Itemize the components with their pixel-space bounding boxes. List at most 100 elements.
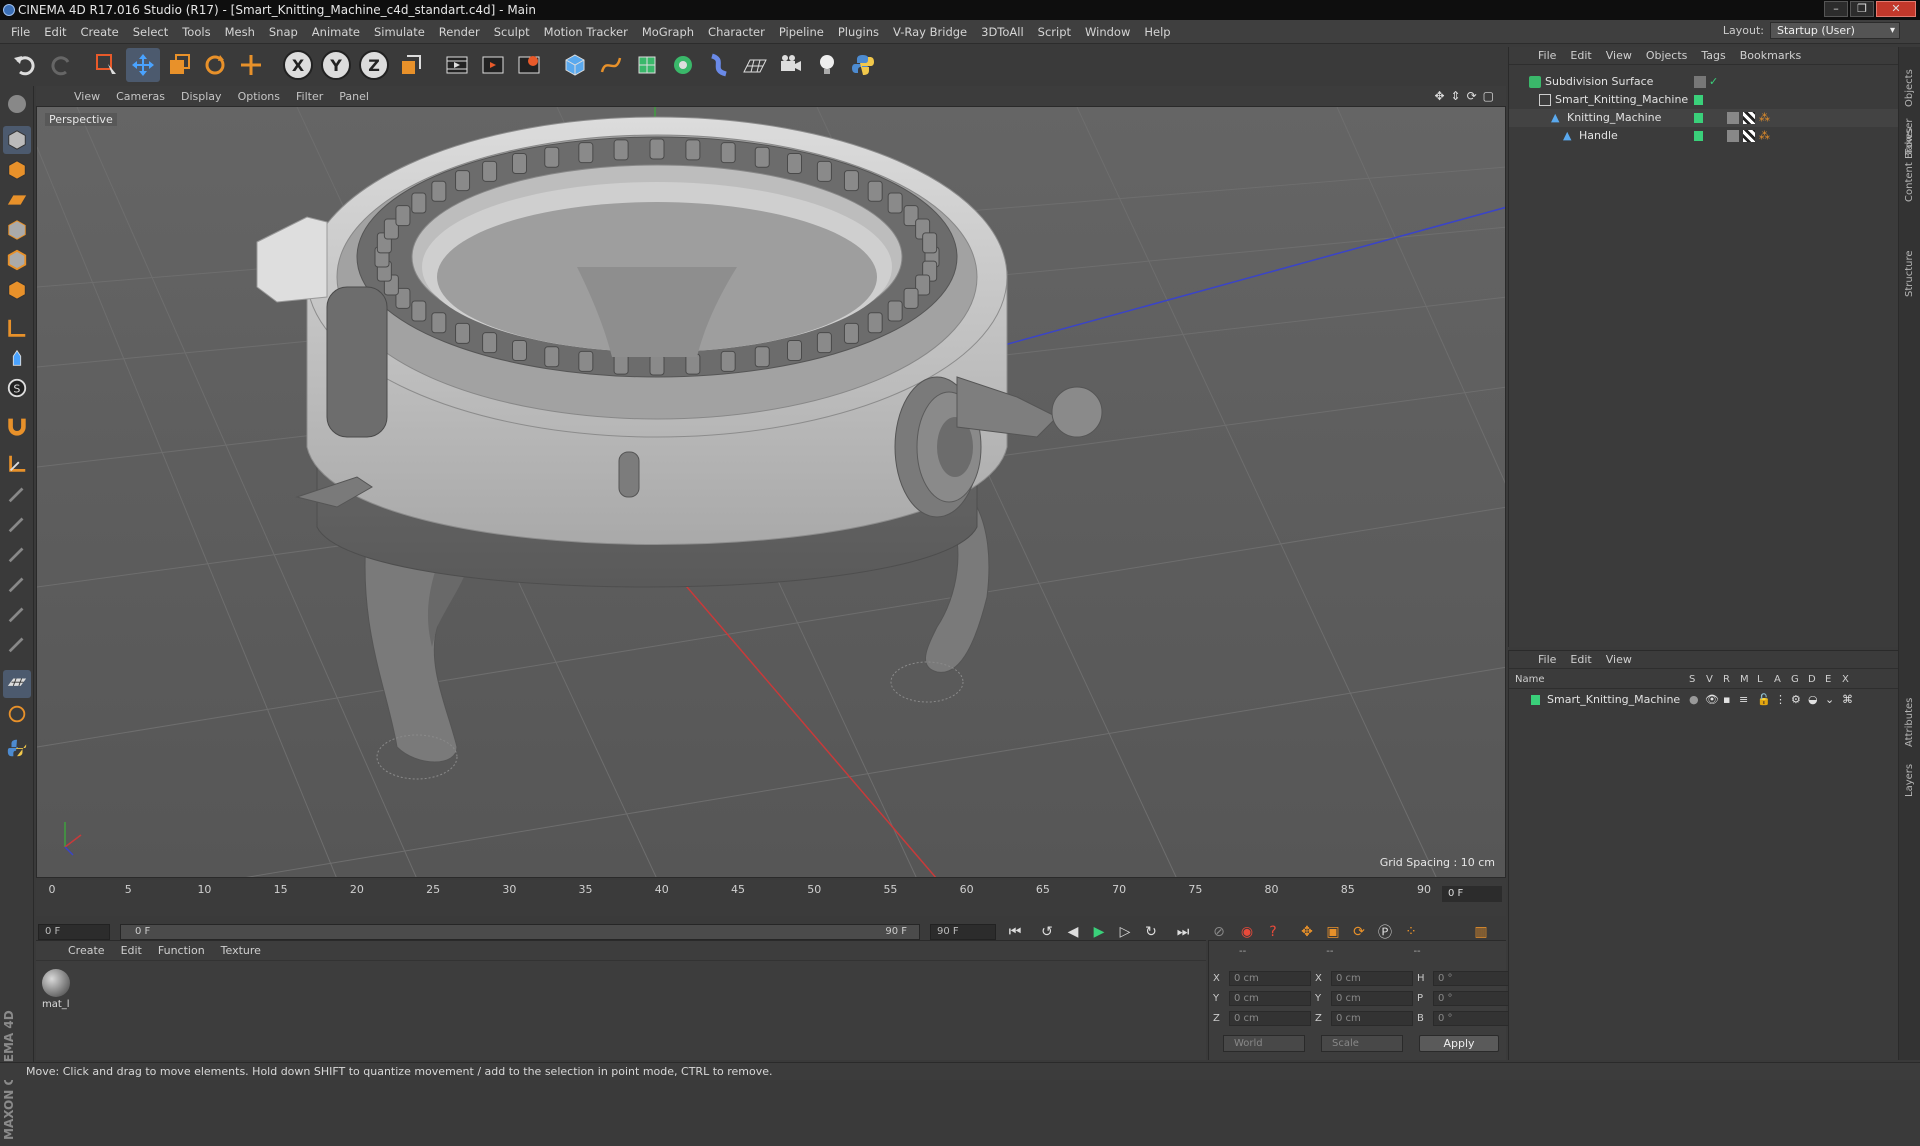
viewport-rotate-icon[interactable]: ⟳ [1467, 89, 1477, 103]
position-y-field[interactable]: 0 cm [1229, 991, 1311, 1006]
menu-snap[interactable]: Snap [262, 20, 305, 44]
pull-brush-icon[interactable] [3, 570, 31, 598]
enabled-check-icon[interactable]: ✓ [1709, 73, 1718, 91]
solo-toggle-icon[interactable]: ● [1689, 691, 1699, 709]
layer-color-swatch[interactable] [1694, 131, 1703, 141]
menu-character[interactable]: Character [701, 20, 772, 44]
menu-script[interactable]: Script [1031, 20, 1078, 44]
workplane-axis-icon[interactable] [3, 450, 31, 478]
checker-lock-icon[interactable] [3, 670, 31, 698]
spline-pen-icon[interactable] [594, 48, 628, 82]
size-z-field[interactable]: 0 cm [1331, 1011, 1413, 1026]
viewport-zoom-icon[interactable]: ⇕ [1451, 89, 1461, 103]
recent-tool-icon[interactable] [234, 48, 268, 82]
objects-menu-file[interactable]: File [1531, 49, 1563, 62]
uvw-tag-icon[interactable] [1743, 112, 1755, 124]
menu-mograph[interactable]: MoGraph [635, 20, 701, 44]
coordinate-mode-dropdown[interactable]: World [1223, 1035, 1305, 1052]
tab-layers[interactable]: Layers [1901, 737, 1919, 797]
make-editable-icon[interactable] [3, 90, 31, 118]
layer-row[interactable]: Smart_Knitting_Machine ● 👁 ▪ ≡ 🔓 ⋮ ⚙ ◒ ⌄… [1509, 691, 1899, 709]
layout-dropdown[interactable]: Startup (User) [1770, 22, 1900, 39]
cloner-icon[interactable] [666, 48, 700, 82]
maximize-button[interactable]: ❐ [1850, 1, 1874, 17]
end-frame-field[interactable]: 90 F [930, 924, 996, 940]
material-menu-texture[interactable]: Texture [213, 944, 269, 957]
viewport-menu-display[interactable]: Display [173, 90, 230, 103]
menu-sculpt[interactable]: Sculpt [487, 20, 537, 44]
layers-menu-file[interactable]: File [1531, 653, 1563, 666]
viewport-move-icon[interactable]: ✥ [1434, 89, 1444, 103]
menu-help[interactable]: Help [1137, 20, 1177, 44]
menu-simulate[interactable]: Simulate [367, 20, 432, 44]
scale-mode-dropdown[interactable]: Scale [1321, 1035, 1403, 1052]
menu-render[interactable]: Render [432, 20, 487, 44]
inflate-brush-icon[interactable] [3, 630, 31, 658]
z-axis-lock-button[interactable]: Z [359, 50, 389, 80]
edges-mode-icon[interactable] [3, 246, 31, 274]
move-tool-icon[interactable] [126, 48, 160, 82]
visible-toggle-icon[interactable]: 👁 [1705, 691, 1719, 709]
objects-menu-tags[interactable]: Tags [1694, 49, 1732, 62]
cube-primitive-icon[interactable] [558, 48, 592, 82]
y-axis-lock-button[interactable]: Y [321, 50, 351, 80]
viewport-menu-panel[interactable]: Panel [331, 90, 377, 103]
render-settings-icon[interactable] [512, 48, 546, 82]
scale-tool-icon[interactable] [162, 48, 196, 82]
material-menu-create[interactable]: Create [60, 944, 113, 957]
viewport-menu-cameras[interactable]: Cameras [108, 90, 173, 103]
menu-tools[interactable]: Tools [175, 20, 217, 44]
phong-tag-icon[interactable]: ⁂ [1759, 112, 1771, 124]
visibility-toggle-icon[interactable] [1694, 76, 1706, 88]
animation-toggle-icon[interactable]: ⋮ [1775, 691, 1786, 709]
paint-brush-icon[interactable] [3, 510, 31, 538]
object-row-subdivision-surface[interactable]: Subdivision Surface ✓ [1509, 73, 1899, 91]
subdivision-surface-icon[interactable] [630, 48, 664, 82]
object-row-handle[interactable]: ▲ Handle ⁂ [1509, 127, 1899, 145]
menu-file[interactable]: File [4, 20, 37, 44]
menu-vray-bridge[interactable]: V-Ray Bridge [886, 20, 974, 44]
material-thumbnail[interactable] [42, 969, 70, 997]
objects-menu-bookmarks[interactable]: Bookmarks [1733, 49, 1808, 62]
menu-animate[interactable]: Animate [305, 20, 367, 44]
workplane-mode-icon[interactable] [3, 186, 31, 214]
layer-color-swatch[interactable] [1694, 113, 1703, 123]
viewport-menu-view[interactable]: View [66, 90, 108, 103]
viewport-maximize-icon[interactable]: ▢ [1483, 89, 1494, 103]
xref-toggle-icon[interactable]: ⌘ [1842, 691, 1853, 709]
material-menu-edit[interactable]: Edit [113, 944, 150, 957]
render-toggle-icon[interactable]: ▪ [1723, 691, 1730, 709]
python-icon[interactable] [846, 48, 880, 82]
position-z-field[interactable]: 0 cm [1229, 1011, 1311, 1026]
viewport-menu-filter[interactable]: Filter [288, 90, 331, 103]
apply-button[interactable]: Apply [1419, 1035, 1499, 1052]
model-mode-icon[interactable] [3, 126, 31, 154]
redo-icon[interactable] [44, 48, 78, 82]
texture-tag-icon[interactable] [1727, 112, 1739, 124]
size-y-field[interactable]: 0 cm [1331, 991, 1413, 1006]
smooth-brush-icon[interactable] [3, 540, 31, 568]
start-frame-field[interactable]: 0 F [38, 924, 110, 940]
generator-toggle-icon[interactable]: ⚙ [1791, 691, 1801, 709]
hair-icon[interactable] [3, 700, 31, 728]
lock-toggle-icon[interactable]: 🔓 [1757, 691, 1771, 709]
material-menu-function[interactable]: Function [150, 944, 213, 957]
tab-content-browser[interactable]: Content Browser [1901, 119, 1919, 242]
layers-menu-view[interactable]: View [1599, 653, 1639, 666]
layers-menu-edit[interactable]: Edit [1563, 653, 1598, 666]
menu-window[interactable]: Window [1078, 20, 1137, 44]
rotate-tool-icon[interactable] [198, 48, 232, 82]
deformer-toggle-icon[interactable]: ◒ [1808, 691, 1818, 709]
preview-range-slider[interactable]: 0 F 90 F [120, 924, 920, 940]
layer-color-swatch[interactable] [1531, 695, 1540, 705]
render-to-picture-viewer-icon[interactable] [476, 48, 510, 82]
close-button[interactable]: ✕ [1876, 1, 1916, 17]
snapping-icon[interactable]: S [3, 374, 31, 402]
material-name[interactable]: mat_l [42, 999, 70, 1010]
menu-pipeline[interactable]: Pipeline [772, 20, 831, 44]
object-row-smart-knitting-machine[interactable]: Smart_Knitting_Machine [1509, 91, 1899, 109]
perspective-viewport[interactable]: Perspective Grid Spacing : 10 cm [36, 106, 1506, 878]
phong-tag-icon[interactable]: ⁂ [1759, 130, 1771, 142]
manager-toggle-icon[interactable]: ≡ [1739, 691, 1748, 709]
objects-menu-edit[interactable]: Edit [1563, 49, 1598, 62]
